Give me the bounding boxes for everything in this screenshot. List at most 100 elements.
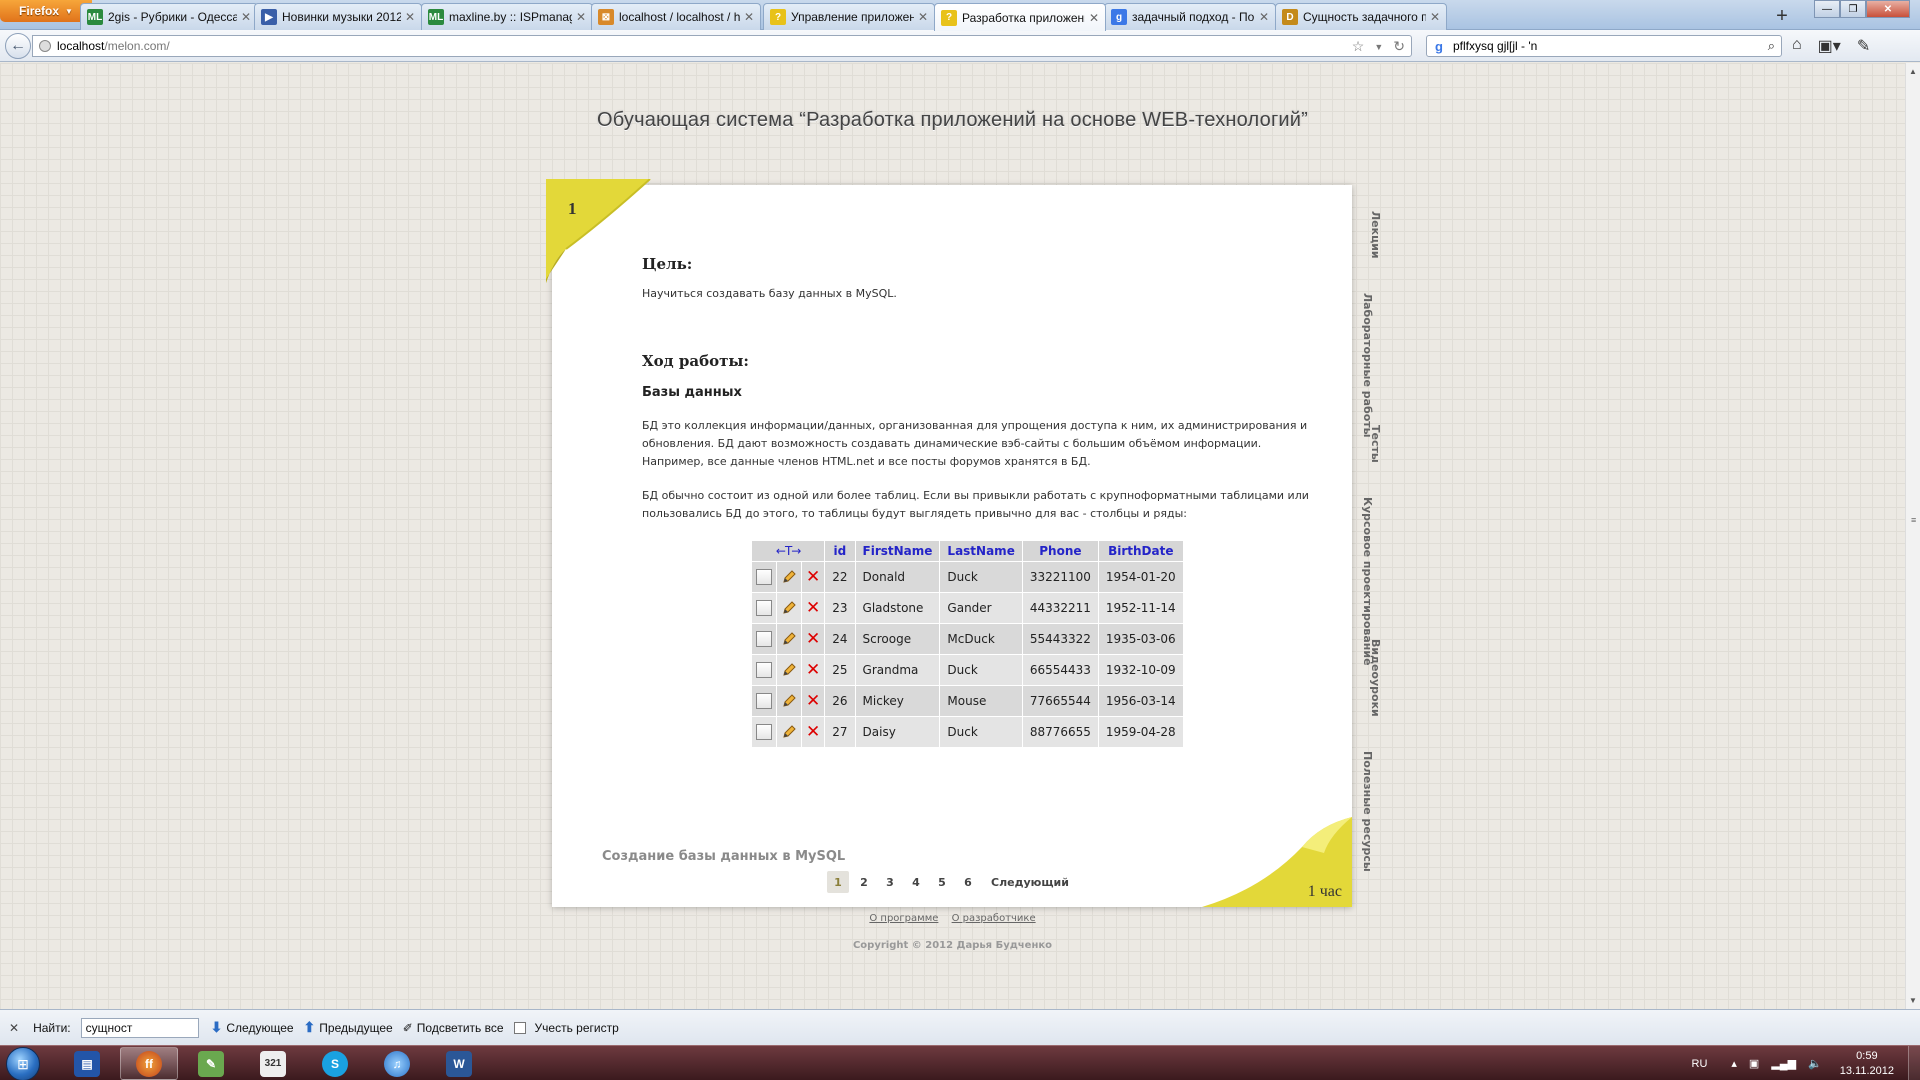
- row-select-cell[interactable]: [752, 562, 776, 592]
- about-program-link[interactable]: О программе: [869, 913, 938, 924]
- browser-tab[interactable]: ▶ Новинки музыки 2012 ✕: [254, 3, 422, 30]
- highlight-all-button[interactable]: ✐ Подсветить все: [403, 1021, 504, 1035]
- delete-icon[interactable]: ✕: [806, 691, 820, 711]
- row-delete-cell[interactable]: ✕: [802, 686, 825, 716]
- delete-icon[interactable]: ✕: [806, 598, 820, 618]
- reload-icon[interactable]: ↻: [1393, 38, 1405, 56]
- row-delete-cell[interactable]: ✕: [802, 717, 825, 747]
- close-findbar-icon[interactable]: ✕: [9, 1021, 19, 1035]
- tab-close-icon[interactable]: ✕: [405, 10, 415, 24]
- checkbox-icon[interactable]: [756, 569, 772, 585]
- row-delete-cell[interactable]: ✕: [802, 593, 825, 623]
- tools-icon[interactable]: ✎: [1857, 36, 1870, 56]
- show-desktop-button[interactable]: [1908, 1046, 1920, 1080]
- browser-tab[interactable]: g задачный подход - Поиск в ... ✕: [1104, 3, 1276, 30]
- row-delete-cell[interactable]: ✕: [802, 624, 825, 654]
- row-edit-cell[interactable]: [777, 562, 801, 592]
- delete-icon[interactable]: ✕: [806, 629, 820, 649]
- about-developer-link[interactable]: О разработчике: [952, 913, 1036, 924]
- page-link[interactable]: 6: [957, 871, 979, 893]
- row-edit-cell[interactable]: [777, 717, 801, 747]
- side-menu-videos[interactable]: Видеоуроки: [1368, 639, 1382, 717]
- page-link[interactable]: 3: [879, 871, 901, 893]
- row-delete-cell[interactable]: ✕: [802, 655, 825, 685]
- vertical-scrollbar[interactable]: ▲ ≡ ▼: [1905, 63, 1920, 1009]
- checkbox-icon[interactable]: [756, 662, 772, 678]
- row-edit-cell[interactable]: [777, 655, 801, 685]
- back-button[interactable]: ←: [5, 33, 31, 59]
- minimize-button[interactable]: —: [1814, 0, 1840, 18]
- tab-close-icon[interactable]: ✕: [1089, 11, 1099, 25]
- start-button[interactable]: ⊞: [6, 1047, 40, 1080]
- tab-close-icon[interactable]: ✕: [1430, 10, 1440, 24]
- search-icon[interactable]: ⌕: [1768, 38, 1775, 54]
- pencil-icon[interactable]: [781, 631, 797, 647]
- row-delete-cell[interactable]: ✕: [802, 562, 825, 592]
- new-tab-button[interactable]: +: [1768, 4, 1796, 28]
- checkbox-icon[interactable]: [756, 631, 772, 647]
- tab-close-icon[interactable]: ✕: [241, 10, 251, 24]
- taskbar-app-word[interactable]: W: [430, 1047, 488, 1080]
- pencil-icon[interactable]: [781, 662, 797, 678]
- browser-tab-active[interactable]: ? Разработка приложений на ... ✕: [934, 3, 1106, 31]
- page-link[interactable]: 5: [931, 871, 953, 893]
- next-page-link[interactable]: Следующий: [991, 876, 1069, 889]
- language-indicator[interactable]: RU: [1692, 1058, 1708, 1070]
- row-select-cell[interactable]: [752, 593, 776, 623]
- tab-close-icon[interactable]: ✕: [576, 10, 586, 24]
- delete-icon[interactable]: ✕: [806, 722, 820, 742]
- taskbar-app-media[interactable]: 321: [244, 1047, 302, 1080]
- page-link-current[interactable]: 1: [827, 871, 849, 893]
- row-select-cell[interactable]: [752, 686, 776, 716]
- browser-tab[interactable]: ML 2gis - Рубрики - Одесса ✕: [80, 3, 258, 30]
- tab-close-icon[interactable]: ✕: [918, 10, 928, 24]
- bookmark-star-icon[interactable]: ☆: [1352, 38, 1365, 56]
- search-input[interactable]: pflfxysq gjl[jl - 'n: [1453, 39, 1537, 53]
- taskbar-app-save[interactable]: ▤: [58, 1047, 116, 1080]
- row-edit-cell[interactable]: [777, 593, 801, 623]
- maximize-button[interactable]: ❐: [1840, 0, 1866, 18]
- firefox-menu-button[interactable]: Firefox ▼: [0, 0, 92, 22]
- close-window-button[interactable]: ✕: [1866, 0, 1910, 18]
- browser-tab[interactable]: ⊠ localhost / localhost / handb... ✕: [591, 3, 761, 30]
- browser-tab[interactable]: ? Управление приложением ✕: [763, 3, 935, 30]
- google-icon[interactable]: g: [1431, 38, 1447, 54]
- pencil-icon[interactable]: [781, 693, 797, 709]
- show-hidden-icons-icon[interactable]: ▴: [1731, 1057, 1737, 1070]
- browser-tab[interactable]: D Сущность задачного подход... ✕: [1275, 3, 1447, 30]
- home-icon[interactable]: ⌂: [1792, 36, 1802, 56]
- taskbar-app-itunes[interactable]: ♫: [368, 1047, 426, 1080]
- pencil-icon[interactable]: [781, 600, 797, 616]
- page-link[interactable]: 4: [905, 871, 927, 893]
- checkbox-icon[interactable]: [756, 600, 772, 616]
- url-bar[interactable]: localhost/melon.com/ ☆ ▼ ↻: [32, 35, 1412, 57]
- tab-close-icon[interactable]: ✕: [1259, 10, 1269, 24]
- scroll-grip-icon[interactable]: ≡: [1911, 515, 1916, 525]
- delete-icon[interactable]: ✕: [806, 567, 820, 587]
- side-menu-resources[interactable]: Полезные ресурсы: [1360, 751, 1374, 872]
- volume-icon[interactable]: 🔈: [1808, 1057, 1822, 1070]
- pencil-icon[interactable]: [781, 569, 797, 585]
- row-select-cell[interactable]: [752, 624, 776, 654]
- scroll-up-icon[interactable]: ▲: [1909, 67, 1917, 76]
- taskbar-app-skype[interactable]: S: [306, 1047, 364, 1080]
- bookmarks-menu-icon[interactable]: ▣▾: [1818, 36, 1841, 56]
- taskbar-app-firefox[interactable]: ff: [120, 1047, 178, 1080]
- page-link[interactable]: 2: [853, 871, 875, 893]
- row-edit-cell[interactable]: [777, 686, 801, 716]
- checkbox-icon[interactable]: [756, 724, 772, 740]
- taskbar-app-notepad[interactable]: ✎: [182, 1047, 240, 1080]
- row-select-cell[interactable]: [752, 717, 776, 747]
- find-input[interactable]: сущност: [80, 1017, 199, 1038]
- browser-tab[interactable]: ML maxline.by :: ISPmanager 4.4 ... ✕: [421, 3, 593, 30]
- clock[interactable]: 0:59 13.11.2012: [1840, 1049, 1894, 1079]
- match-case-checkbox[interactable]: Учесть регистр: [513, 1021, 619, 1035]
- side-menu-lectures[interactable]: Лекции: [1368, 211, 1382, 259]
- row-edit-cell[interactable]: [777, 624, 801, 654]
- network-signal-icon[interactable]: ▂▄▆: [1771, 1057, 1796, 1070]
- scroll-down-icon[interactable]: ▼: [1909, 996, 1917, 1005]
- side-menu-tests[interactable]: Тесты: [1368, 425, 1382, 463]
- find-next-button[interactable]: ⬇ Следующее: [211, 1019, 294, 1036]
- side-menu-labs[interactable]: Лабораторные работы: [1360, 293, 1374, 438]
- search-bar[interactable]: g pflfxysq gjl[jl - 'n ⌕: [1426, 35, 1782, 57]
